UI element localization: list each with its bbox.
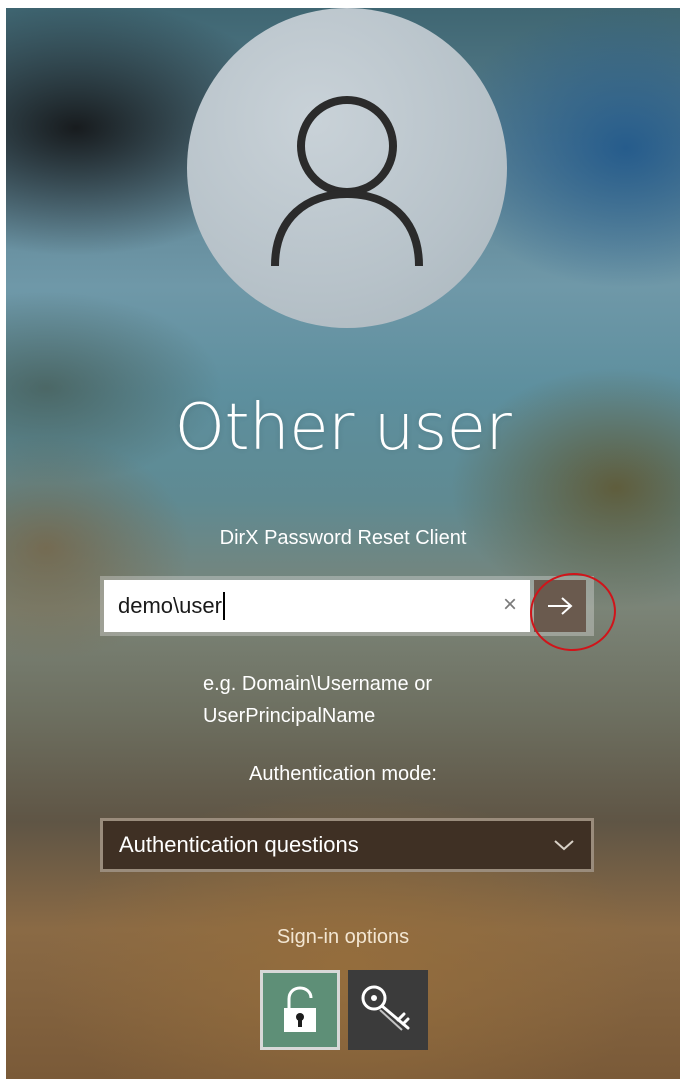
auth-mode-selected: Authentication questions — [119, 832, 359, 857]
user-silhouette-icon — [271, 96, 423, 267]
signin-options-link[interactable]: Sign-in options — [6, 923, 680, 951]
text-caret — [222, 592, 225, 620]
user-name-title: Other user — [174, 391, 512, 465]
unlock-icon — [284, 986, 316, 1032]
credential-provider-label: DirX Password Reset Client — [219, 527, 467, 549]
chevron-down-icon — [554, 840, 574, 851]
hint-line-2: UserPrincipalName — [203, 705, 376, 727]
keys-icon — [361, 985, 410, 1031]
username-input[interactable]: demo\user × — [104, 580, 530, 632]
auth-mode-dropdown[interactable]: Authentication questions — [100, 818, 594, 872]
username-field-group: demo\user × — [100, 576, 594, 636]
username-hint: e.g. Domain\Username or UserPrincipalNam… — [203, 668, 583, 732]
auth-mode-label: Authentication mode: — [249, 763, 437, 785]
username-value: demo\user — [118, 593, 222, 618]
signin-option-password-reset[interactable] — [260, 970, 340, 1050]
user-avatar — [187, 8, 507, 328]
hint-line-1: e.g. Domain\Username or — [203, 673, 432, 695]
close-icon[interactable]: × — [498, 592, 522, 618]
lock-screen: Other user DirX Password Reset Client de… — [6, 8, 680, 1079]
signin-option-key[interactable] — [348, 970, 428, 1050]
